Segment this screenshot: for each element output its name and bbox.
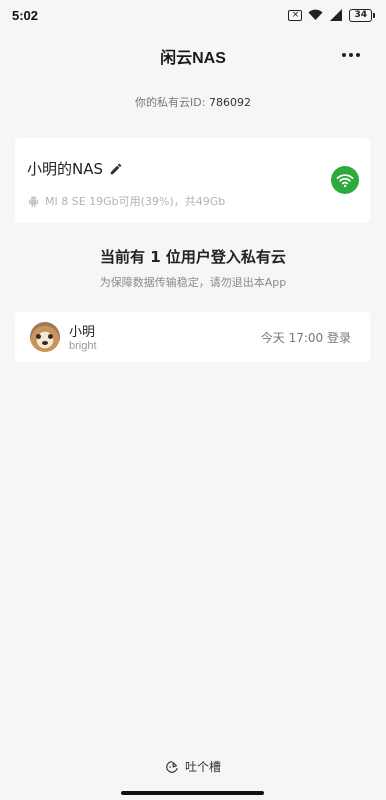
user-account: bright (69, 340, 97, 352)
more-icon-dot (342, 53, 346, 57)
nas-name-row: 小明的NAS (27, 158, 123, 179)
nas-card[interactable]: 小明的NAS MI 8 SE 19Gb可用(39%)，共49Gb (15, 138, 370, 223)
user-login-time: 今天 17:00 登录 (260, 331, 351, 345)
status-icons: × 34 (288, 8, 375, 22)
status-time: 5:02 (12, 7, 39, 23)
user-name: 小明 (69, 325, 96, 340)
feedback-icon (166, 760, 178, 773)
more-button[interactable] (342, 46, 360, 64)
home-indicator[interactable] (121, 791, 264, 795)
wifi-signal-icon (308, 9, 323, 20)
more-icon-dot (349, 53, 353, 57)
cell-signal-icon (330, 9, 343, 21)
device-info-row: MI 8 SE 19Gb可用(39%)，共49Gb (28, 193, 225, 209)
users-subheading: 为保障数据传输稳定，请勿退出本App (99, 276, 287, 289)
cloud-id-value: 786092 (208, 96, 251, 109)
cloud-id-label: 你的私有云ID: (135, 96, 206, 109)
wifi-icon (336, 174, 354, 188)
status-bar: 5:02 × 34 (0, 0, 386, 30)
user-list-item[interactable]: 小明 bright 今天 17:00 登录 (15, 312, 370, 362)
more-icon-dot (356, 53, 360, 57)
connection-status-button[interactable] (331, 166, 359, 194)
battery-icon: 34 (349, 8, 375, 22)
pencil-icon[interactable] (109, 162, 123, 176)
nav-bar: 闲云NAS (0, 38, 386, 74)
feedback-label: 吐个槽 (184, 760, 221, 774)
users-heading: 当前有 1 位用户登入私有云 (100, 248, 286, 266)
device-info: MI 8 SE 19Gb可用(39%)，共49Gb (45, 195, 226, 208)
avatar (30, 322, 60, 352)
page-title: 闲云NAS (160, 50, 226, 67)
android-icon (28, 195, 39, 207)
nas-name: 小明的NAS (27, 160, 104, 178)
cloud-id-line: 你的私有云ID: 786092 (0, 94, 386, 110)
feedback-button[interactable]: 吐个槽 (0, 758, 386, 775)
sim-icon: × (288, 9, 303, 21)
